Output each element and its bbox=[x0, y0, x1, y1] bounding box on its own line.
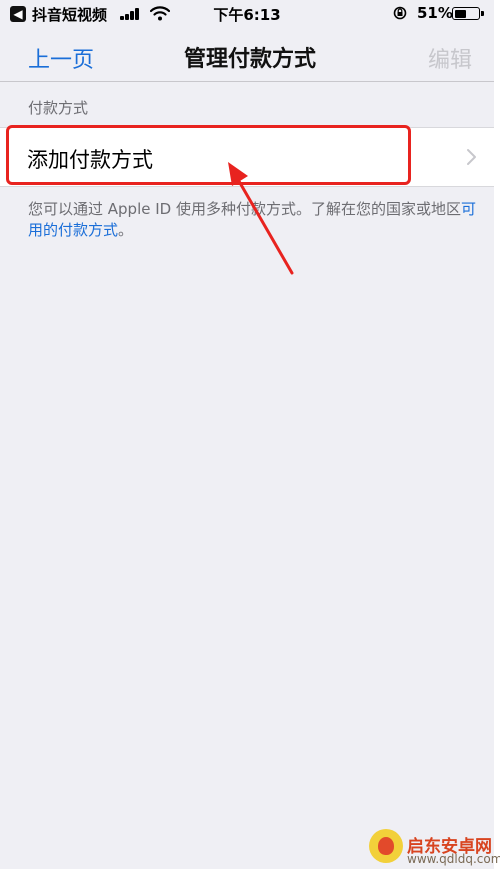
battery-percentage: 51% bbox=[417, 4, 453, 22]
watermark-url: www.qdldq.com bbox=[407, 852, 500, 866]
watermark-logo-icon bbox=[369, 829, 403, 863]
payment-info-note: 您可以通过 Apple ID 使用多种付款方式。了解在您的国家或地区可用的付款方… bbox=[28, 199, 478, 241]
screen-edge bbox=[494, 0, 500, 869]
nav-divider bbox=[0, 81, 494, 82]
chevron-right-icon bbox=[467, 149, 476, 165]
battery-fill bbox=[454, 9, 466, 18]
page-title: 管理付款方式 bbox=[183, 47, 316, 72]
annotation-highlight-box bbox=[6, 125, 411, 185]
edit-button[interactable]: 编辑 bbox=[428, 42, 472, 74]
navigation-bar: 上一页 管理付款方式 编辑 bbox=[0, 28, 494, 82]
note-text: 您可以通过 Apple ID 使用多种付款方式。了解在您的国家或地区 bbox=[28, 200, 461, 218]
orientation-lock-icon bbox=[393, 6, 407, 20]
note-period: 。 bbox=[118, 221, 134, 239]
status-bar: ◀ 抖音短视频 下午6:13 51% bbox=[0, 0, 494, 28]
section-header: 付款方式 bbox=[28, 99, 89, 117]
battery-icon bbox=[452, 7, 484, 20]
